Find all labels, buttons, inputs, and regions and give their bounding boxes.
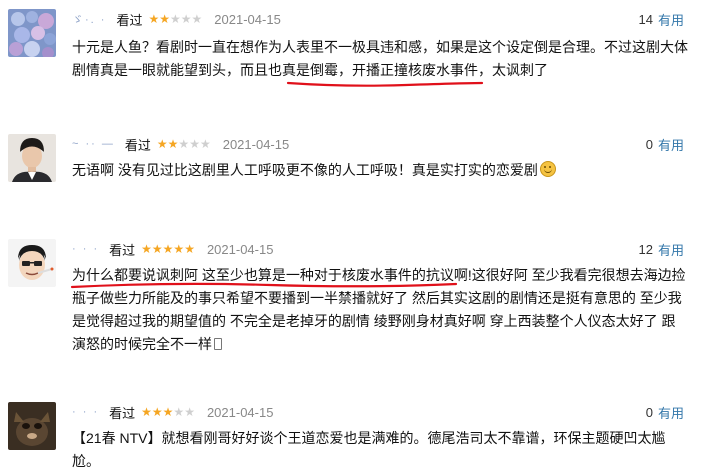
username[interactable]: ゞ·. · [72,11,106,27]
star-empty-icon: ★ [199,137,211,151]
useful-vote: 0 有用 [646,402,684,422]
review-date: 2021-04-15 [222,136,290,152]
review-text-body: 无语啊 没有见过比这剧里人工呼吸更不像的人工呼吸！真是实打实的恋爱剧 [72,162,538,178]
star-filled-icon: ★ [159,12,170,26]
mobile-device-icon [214,338,222,350]
review-text: 无语啊 没有见过比这剧里人工呼吸更不像的人工呼吸！真是实打实的恋爱剧 [72,159,688,182]
watched-status: 看过 [109,242,136,258]
useful-count: 0 [645,404,653,420]
review-text: 十元是人鱼？看剧时一直在想作为人表里不一极具违和感，如果是这个设定倒是合理。不过… [72,39,688,78]
star-filled-icon: ★ [148,12,160,26]
useful-button[interactable]: 有用 [658,135,684,154]
rating-stars: ★ ★ ★ ★ ★ [148,13,202,25]
star-filled-icon: ★ [151,405,163,419]
star-empty-icon: ★ [173,405,185,419]
star-filled-icon: ★ [141,405,152,419]
useful-count: 14 [638,11,653,27]
review-text-body: 为什么都要说讽刺阿 这至少也算是一种对于核废水事件的抗议啊!这很好阿 至少我看完… [72,267,686,352]
avatar[interactable] [8,9,56,57]
review-date: 2021-04-15 [206,404,274,420]
useful-vote: 12 有用 [639,239,684,259]
star-filled-icon: ★ [184,242,195,256]
watched-status: 看过 [116,12,143,28]
useful-count: 12 [638,241,653,257]
star-empty-icon: ★ [191,12,203,26]
review-text: 为什么都要说讽刺阿 这至少也算是一种对于核废水事件的抗议啊!这很好阿 至少我看完… [72,264,688,356]
avatar[interactable] [8,402,56,450]
username[interactable]: ~ ·· — [72,138,115,150]
review-date: 2021-04-15 [214,11,281,27]
hydrangea-avatar-icon [8,9,56,57]
man-portrait-avatar-icon [8,134,56,182]
useful-count: 0 [645,136,653,152]
star-empty-icon: ★ [170,12,181,26]
useful-vote: 0 有用 [646,134,684,154]
username[interactable]: · · · [72,243,99,255]
star-filled-icon: ★ [173,242,185,256]
username[interactable]: · · · [72,406,99,418]
star-filled-icon: ★ [167,137,179,151]
avatar[interactable] [8,134,56,182]
rating-stars: ★ ★ ★ ★ ★ [157,138,211,150]
star-empty-icon: ★ [189,137,200,151]
star-filled-icon: ★ [151,242,163,256]
rating-stars: ★ ★ ★ ★ ★ [141,243,195,255]
review-date: 2021-04-15 [206,241,274,257]
watched-status: 看过 [109,405,136,421]
useful-button[interactable]: 有用 [658,10,684,29]
star-filled-icon: ★ [162,242,174,256]
star-filled-icon: ★ [141,242,152,256]
avatar[interactable] [8,239,56,287]
useful-vote: 14 有用 [639,9,684,29]
star-filled-icon: ★ [162,405,174,419]
useful-button[interactable]: 有用 [658,240,684,259]
star-empty-icon: ★ [180,12,192,26]
review-text: 【21春 NTV】就想看刚哥好好谈个王道恋爱也是满难的。德尾浩司太不靠谱，环保主… [72,430,666,469]
star-filled-icon: ★ [156,137,168,151]
star-empty-icon: ★ [184,405,195,419]
star-empty-icon: ★ [178,137,190,151]
smile-emoji-icon [539,161,556,177]
rating-stars: ★ ★ ★ ★ ★ [141,406,195,418]
useful-button[interactable]: 有用 [658,403,684,422]
watched-status: 看过 [124,137,151,153]
dark-pet-avatar-icon [8,402,56,450]
cartoon-face-avatar-icon [8,239,56,287]
